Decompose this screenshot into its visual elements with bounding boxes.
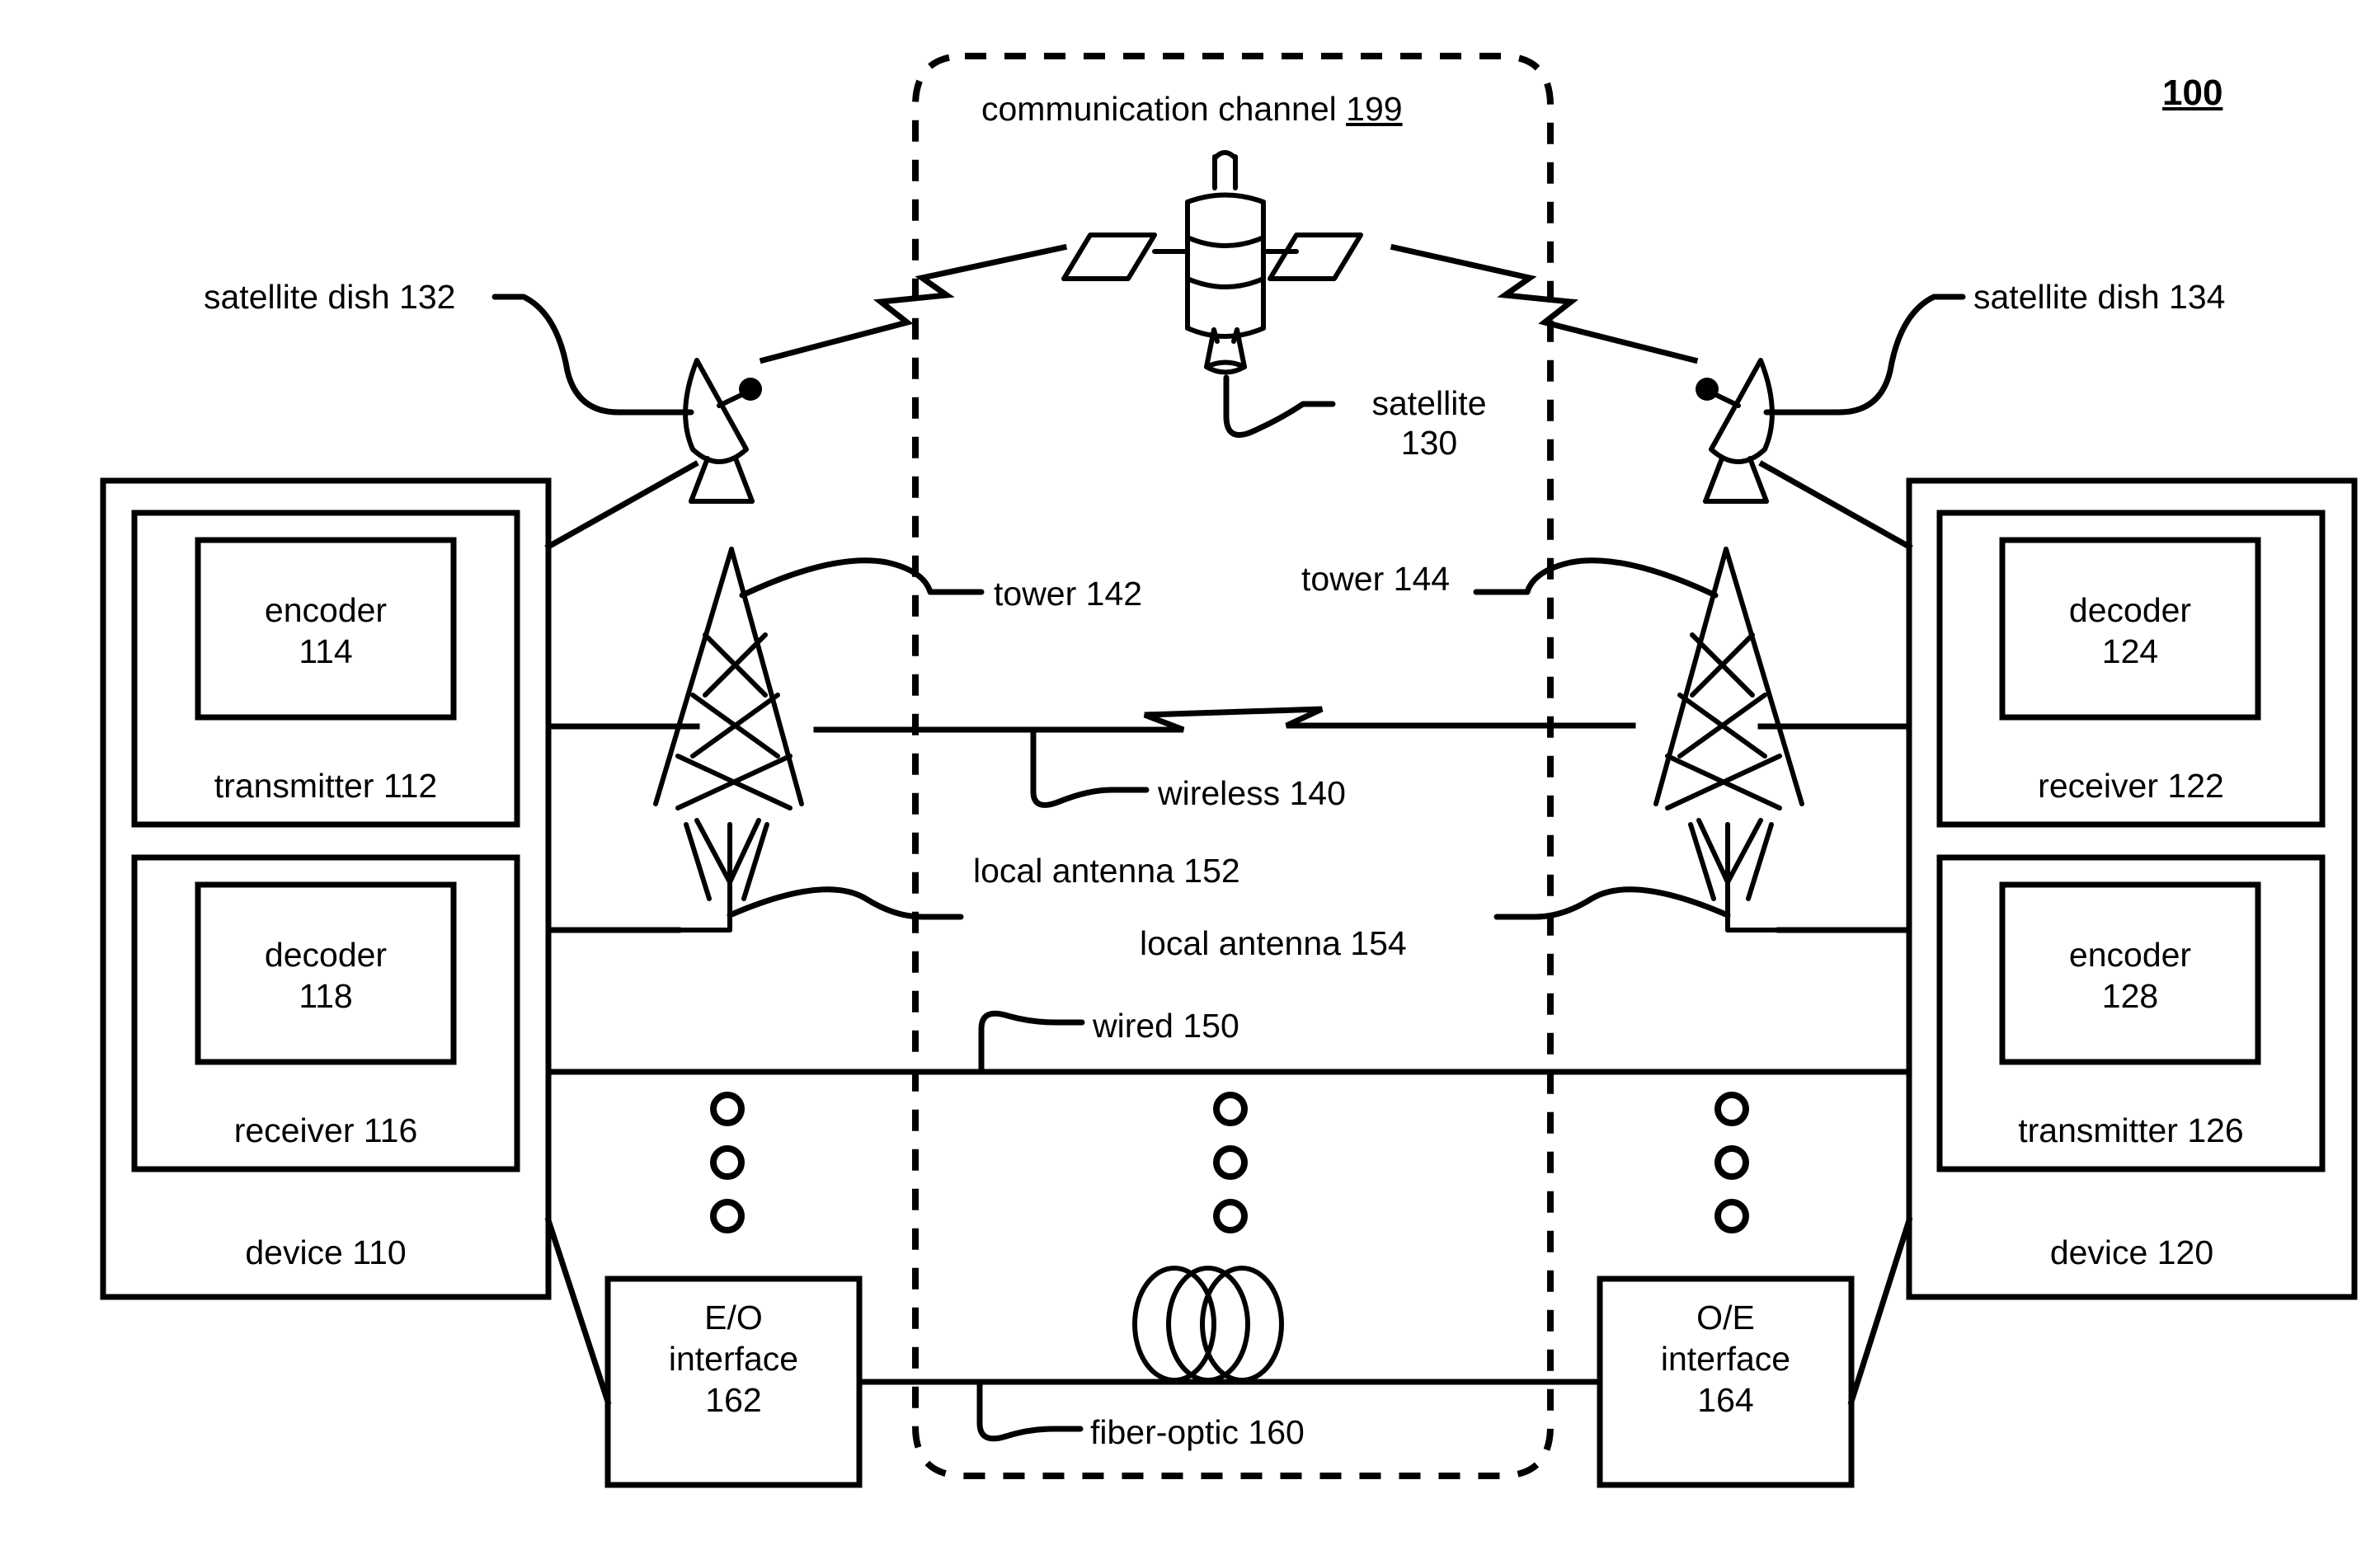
- ellipsis-dots-left: [710, 1092, 745, 1233]
- wireless-140-leader: [1030, 726, 1150, 808]
- transmitter-112-label: transmitter 112: [134, 765, 517, 806]
- ellipsis-dots-center: [1213, 1092, 1248, 1233]
- decoder-124-label: decoder 124: [2002, 590, 2258, 672]
- decoder-118-ref: 118: [299, 977, 353, 1016]
- fiber-optic-160-label: fiber-optic 160: [1090, 1413, 1305, 1451]
- receiver-116-ref: 116: [363, 1111, 418, 1149]
- satellite-dish-134-icon: [1696, 358, 1775, 504]
- satellite-dish-134-label: satellite dish 134: [1973, 278, 2226, 316]
- transmitter-126-label: transmitter 126: [1940, 1110, 2322, 1151]
- oe-interface-164-label: O/E interface 164: [1600, 1297, 1851, 1421]
- eo-interface-162-label: E/O interface 162: [608, 1297, 859, 1421]
- satellite-dish-132-leader: [492, 294, 694, 416]
- patent-figure-100: 100 communication channel 199 satellite …: [0, 0, 2380, 1541]
- wired-150-label: wired 150: [1093, 1007, 1239, 1045]
- transmitter-126-name: transmitter: [2018, 1111, 2178, 1149]
- encoder-114-name: encoder: [264, 591, 388, 629]
- link-device120-oe164: [1847, 1216, 1913, 1406]
- decoder-118-name: decoder: [264, 936, 388, 974]
- decoder-124-name: decoder: [2068, 591, 2192, 629]
- local-antenna-154-label: local antenna 154: [1140, 924, 1407, 962]
- transmitter-112-name: transmitter: [214, 767, 374, 805]
- tower-144-label: tower 144: [1301, 560, 1451, 598]
- wireless-140-label: wireless 140: [1158, 774, 1346, 812]
- local-antenna-154-leader: [1493, 886, 1731, 920]
- device-110-ref: 110: [352, 1233, 407, 1271]
- beam-satellite-dish134: [1390, 243, 1699, 364]
- link-dish134-device120: [1758, 460, 1913, 551]
- satellite-130-name: satellite: [1371, 384, 1487, 422]
- receiver-116-label: receiver 116: [134, 1110, 517, 1151]
- communication-channel-text: communication channel: [981, 90, 1337, 128]
- figure-number: 100: [2162, 73, 2223, 113]
- receiver-116-name: receiver: [233, 1111, 355, 1149]
- device-110-name: device: [245, 1233, 343, 1271]
- satellite-130-leader: [1223, 374, 1336, 438]
- decoder-118-label: decoder 118: [198, 934, 454, 1017]
- eo-interface-line1: E/O: [704, 1299, 763, 1337]
- tower-142-leader: [739, 557, 985, 599]
- receiver-122-name: receiver: [2038, 767, 2158, 805]
- satellite-dish-132-icon: [683, 358, 762, 504]
- wireless-140-link: [813, 706, 1636, 733]
- receiver-122-label: receiver 122: [1940, 765, 2322, 806]
- satellite-130-ref: 130: [1400, 424, 1458, 463]
- device-120-ref: 120: [2157, 1233, 2214, 1271]
- eo-interface-line2: interface: [668, 1340, 799, 1379]
- transmitter-112-ref: 112: [383, 767, 438, 805]
- encoder-128-name: encoder: [2068, 936, 2192, 974]
- eo-interface-ref: 162: [705, 1381, 762, 1420]
- encoder-128-ref: 128: [2101, 977, 2159, 1016]
- encoder-114-label: encoder 114: [198, 590, 454, 672]
- encoder-114-ref: 114: [299, 632, 353, 671]
- transmitter-126-ref: 126: [2187, 1111, 2244, 1149]
- decoder-124-ref: 124: [2101, 632, 2159, 671]
- local-antenna-152-leader: [727, 886, 964, 920]
- communication-channel-ref: 199: [1346, 90, 1403, 128]
- device-120-label: device 120: [1909, 1232, 2354, 1273]
- device-120-name: device: [2049, 1233, 2148, 1271]
- satellite-dish-132-label: satellite dish 132: [204, 278, 456, 316]
- satellite-130-label: satellite 130: [1343, 383, 1516, 463]
- satellite-dish-134-leader: [1763, 294, 1966, 416]
- oe-interface-line1: O/E: [1696, 1299, 1755, 1337]
- oe-interface-line2: interface: [1660, 1340, 1791, 1379]
- satellite-130-icon: [1061, 150, 1363, 375]
- encoder-128-label: encoder 128: [2002, 934, 2258, 1017]
- link-device110-eo162: [544, 1216, 612, 1406]
- beam-dish132-satellite: [759, 243, 1068, 364]
- wired-150-leader: [978, 1010, 1085, 1075]
- oe-interface-ref: 164: [1697, 1381, 1754, 1420]
- receiver-122-ref: 122: [2167, 767, 2224, 805]
- fiber-optic-160-coil: [1132, 1266, 1284, 1383]
- link-dish132-device110: [544, 460, 699, 551]
- tower-142-label: tower 142: [994, 575, 1143, 613]
- communication-channel-boundary: [912, 53, 1554, 1479]
- ellipsis-dots-right: [1714, 1092, 1749, 1233]
- fiber-optic-160-leader: [976, 1379, 1084, 1442]
- communication-channel-label: communication channel 199: [981, 89, 1403, 129]
- local-antenna-152-label: local antenna 152: [973, 852, 1240, 890]
- device-110-label: device 110: [103, 1232, 548, 1273]
- tower-144-leader: [1473, 557, 1719, 599]
